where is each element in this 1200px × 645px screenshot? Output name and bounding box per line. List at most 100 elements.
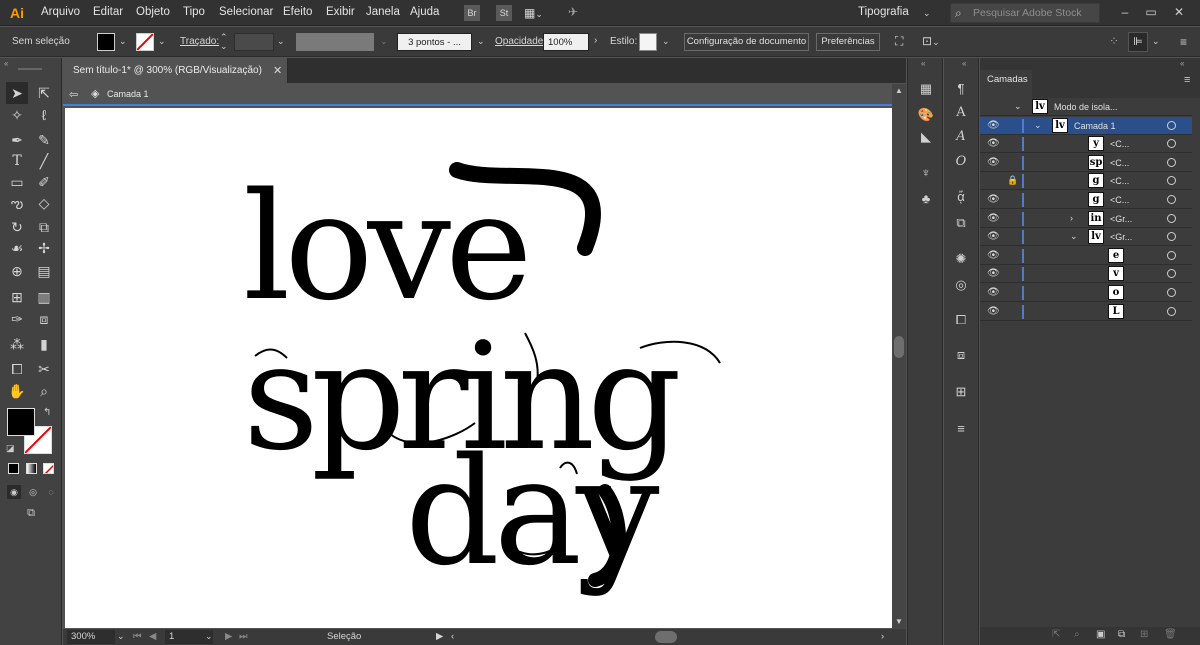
variable-width-profile[interactable] xyxy=(296,33,374,51)
lock-icon[interactable]: 🔒 xyxy=(1007,175,1018,186)
panel-options-icon[interactable]: ⊫ xyxy=(1128,32,1148,52)
menu-janela[interactable]: Janela xyxy=(366,6,400,18)
layer-row[interactable]: 👁 sp <C... xyxy=(980,154,1192,172)
collapse-icon[interactable]: « xyxy=(921,59,925,68)
chevron-down-icon[interactable]: ⌄ xyxy=(923,8,931,19)
eraser-tool-icon[interactable]: ◇ xyxy=(33,192,55,214)
layer-row[interactable]: 👁 v xyxy=(980,265,1192,284)
target-icon[interactable] xyxy=(1167,269,1176,279)
document-setup-button[interactable]: Configuração de documento xyxy=(684,33,809,51)
perspective-grid-tool-icon[interactable]: ▤ xyxy=(33,260,55,282)
target-icon[interactable] xyxy=(1167,250,1176,260)
chevron-right-icon[interactable]: › xyxy=(594,35,597,46)
visibility-eye-icon[interactable]: 👁 xyxy=(987,232,1000,242)
isolate-object-icon[interactable]: ⊡⌄ xyxy=(922,34,940,48)
artwork-word-love[interactable]: love xyxy=(243,161,533,333)
fill-swatch[interactable] xyxy=(97,33,115,51)
glyphs-panel-icon[interactable]: ᾄ xyxy=(950,186,972,208)
target-icon[interactable] xyxy=(1167,213,1176,223)
paragraph-panel-icon[interactable]: ¶ xyxy=(950,78,972,100)
stock-icon[interactable]: St xyxy=(496,5,512,21)
paintbrush-tool-icon[interactable]: ✐ xyxy=(33,171,55,193)
fill-color-front[interactable] xyxy=(7,408,35,436)
default-colors-icon[interactable]: ◪ xyxy=(6,443,15,454)
layer-name[interactable]: <C... xyxy=(1110,139,1129,149)
layer-row[interactable]: 👁 › in <Gr... xyxy=(980,210,1192,228)
puppet-warp-tool-icon[interactable]: ✢ xyxy=(33,237,55,259)
opacity-input[interactable]: 100% xyxy=(543,33,589,51)
transparency-panel-icon[interactable]: ◎ xyxy=(950,274,972,296)
layer-name[interactable]: <C... xyxy=(1110,195,1129,205)
line-tool-icon[interactable]: ╱ xyxy=(33,150,55,172)
visibility-eye-icon[interactable]: 👁 xyxy=(987,250,1000,261)
scroll-thumb[interactable] xyxy=(894,336,904,358)
expand-toggle-icon[interactable]: ⌄ xyxy=(1034,120,1042,131)
stock-search-input[interactable]: ⌕ Pesquisar Adobe Stock xyxy=(950,3,1100,23)
zoom-tool-icon[interactable]: ⌕ xyxy=(33,380,55,402)
slice-tool-icon[interactable]: ✂ xyxy=(33,358,55,380)
style-dropdown-icon[interactable]: ⌄ xyxy=(662,36,670,47)
layer-row[interactable]: 👁 o xyxy=(980,284,1192,302)
curvature-tool-icon[interactable]: ✎ xyxy=(33,129,55,151)
visibility-eye-icon[interactable]: 👁 xyxy=(987,306,1000,317)
layer-row[interactable]: 👁 e xyxy=(980,247,1192,265)
layer-row[interactable]: 👁 ⌄ lv <Gr... xyxy=(980,228,1192,247)
stroke-stepper[interactable]: ⌃ ⌄ xyxy=(220,33,228,51)
lettering-artwork[interactable]: love spring day xyxy=(65,108,892,628)
artboards-panel-icon[interactable]: ⧠ xyxy=(950,309,972,331)
artboard-canvas[interactable]: love spring day xyxy=(65,108,892,628)
menu-exibir[interactable]: Exibir xyxy=(326,6,355,18)
delete-icon[interactable]: 🗑 xyxy=(1164,629,1177,640)
target-icon[interactable] xyxy=(1167,120,1176,130)
brush-definition[interactable]: 3 pontos - ... xyxy=(397,33,472,51)
brushes-panel-icon[interactable]: ♆ xyxy=(915,162,937,184)
expand-toggle-icon[interactable]: › xyxy=(1070,213,1073,223)
scroll-up-icon[interactable]: ▲ xyxy=(895,86,903,95)
panel-menu-icon[interactable]: ≡ xyxy=(1184,74,1190,86)
lasso-tool-icon[interactable]: ℓ xyxy=(33,104,55,126)
menu-objeto[interactable]: Objeto xyxy=(136,6,170,18)
collapse-icon[interactable]: « xyxy=(4,59,8,68)
magic-wand-tool-icon[interactable]: ✧ xyxy=(6,104,28,126)
swap-colors-icon[interactable]: ↰ xyxy=(43,407,51,418)
prev-artboard-icon[interactable]: ◀ xyxy=(149,631,156,642)
maximize-icon[interactable]: ▭ xyxy=(1144,5,1158,19)
layer-name[interactable]: Modo de isola... xyxy=(1054,102,1118,112)
type-tool-icon[interactable]: T xyxy=(6,150,28,172)
export-icon[interactable]: ⇱ xyxy=(1052,629,1060,640)
gpu-performance-icon[interactable]: ✈ xyxy=(568,5,578,19)
visibility-eye-icon[interactable]: 👁 xyxy=(987,213,1000,224)
layer-name[interactable]: <Gr... xyxy=(1110,214,1132,224)
gradient-panel-icon[interactable]: ◣ xyxy=(915,126,937,148)
target-icon[interactable] xyxy=(1167,139,1176,149)
gradient-tool-icon[interactable]: ▥ xyxy=(33,286,55,308)
symbol-sprayer-tool-icon[interactable]: ⁂ xyxy=(6,333,28,355)
layer-row[interactable]: 🔒 g <C... xyxy=(980,172,1192,191)
layer-name[interactable]: <C... xyxy=(1110,176,1129,186)
layer-row[interactable]: 👁 ⌄ lv Camada 1 xyxy=(980,116,1192,135)
draw-behind-icon[interactable]: ◎ xyxy=(26,485,40,499)
rectangle-tool-icon[interactable]: ▭ xyxy=(6,171,28,193)
blend-tool-icon[interactable]: ⧈ xyxy=(33,308,55,330)
target-icon[interactable] xyxy=(1167,306,1176,316)
hand-tool-icon[interactable]: ✋ xyxy=(6,380,28,402)
visibility-eye-icon[interactable]: 👁 xyxy=(987,157,1000,168)
zoom-field[interactable]: 300% xyxy=(67,630,115,644)
visibility-eye-icon[interactable]: 👁 xyxy=(987,288,1000,298)
layer-name[interactable]: <C... xyxy=(1110,158,1129,168)
properties-panel-icon[interactable]: ≡ xyxy=(950,418,972,440)
eyedropper-tool-icon[interactable]: ✑ xyxy=(6,308,28,330)
rotate-tool-icon[interactable]: ↻ xyxy=(6,216,28,238)
vertical-scrollbar[interactable]: ▲ ▼ xyxy=(892,84,906,629)
graph-tool-icon[interactable]: ▮ xyxy=(33,333,55,355)
hscroll-left-icon[interactable]: ‹ xyxy=(451,631,454,642)
shape-builder-tool-icon[interactable]: ⊕ xyxy=(6,260,28,282)
back-arrow-icon[interactable]: ⇦ xyxy=(69,88,78,101)
layer-row[interactable]: ⌄ lv Modo de isola... xyxy=(980,98,1192,116)
graphic-style-swatch[interactable] xyxy=(639,33,657,51)
character-panel-icon[interactable]: A xyxy=(950,102,972,124)
profile-dropdown-icon[interactable]: ⌄ xyxy=(380,36,388,47)
close-icon[interactable]: ✕ xyxy=(1172,5,1186,19)
transform-icon[interactable]: ⛶ xyxy=(895,34,903,49)
transform-panel-icon[interactable]: ▦ xyxy=(915,78,937,100)
